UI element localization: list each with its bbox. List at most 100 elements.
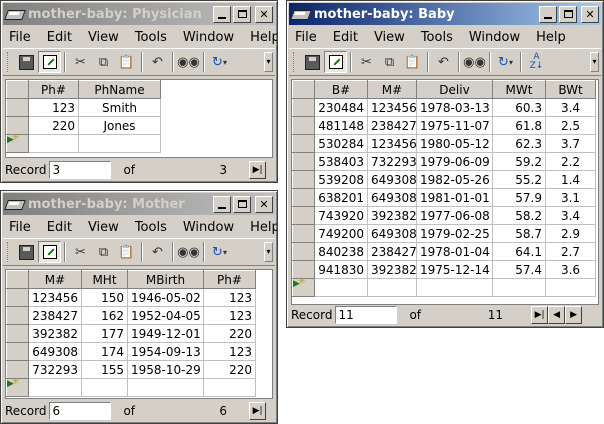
table-cell[interactable]: 1978-03-13 — [416, 98, 493, 117]
paste-button[interactable]: 📋 — [115, 241, 138, 263]
table-cell[interactable]: Jones — [78, 116, 161, 135]
menu-view[interactable]: View — [82, 30, 125, 45]
table-cell[interactable]: 123 — [203, 342, 256, 361]
baby-datasheet[interactable]: B# M# Deliv MWt BWt 230484 123456 1978-03-… — [291, 79, 599, 305]
column-header-bwt[interactable]: BWt — [545, 80, 596, 99]
menu-file[interactable]: File — [3, 220, 37, 235]
table-cell[interactable]: 3.6 — [545, 260, 596, 279]
table-cell[interactable]: 123 — [203, 306, 256, 325]
table-cell[interactable]: 55.2 — [492, 170, 546, 189]
table-row[interactable]: 749200 649308 1979-02-25 58.7 2.9 — [292, 224, 596, 243]
cut-button[interactable]: ✂ — [69, 51, 92, 73]
table-cell[interactable]: 392382 — [367, 260, 417, 279]
column-header-b[interactable]: B# — [314, 80, 368, 99]
table-cell[interactable]: 238427 — [28, 306, 82, 325]
table-cell[interactable]: 177 — [81, 324, 128, 343]
menu-window[interactable]: Window — [177, 30, 240, 45]
table-cell[interactable]: 123 — [203, 288, 256, 307]
table-cell[interactable]: 1979-02-25 — [416, 224, 493, 243]
table-cell[interactable] — [78, 134, 161, 153]
find-button[interactable]: ◉◉ — [177, 241, 200, 263]
table-cell[interactable]: 220 — [203, 324, 256, 343]
mother-datasheet[interactable]: M# MHt MBirth Ph# 123456 150 1946-05-02 … — [5, 269, 273, 399]
table-cell[interactable]: 732293 — [28, 360, 82, 379]
undo-button[interactable]: ↶ — [432, 51, 455, 73]
table-cell[interactable]: 1.4 — [545, 170, 596, 189]
menu-edit[interactable]: Edit — [327, 30, 364, 45]
table-cell[interactable] — [127, 378, 204, 397]
table-cell[interactable]: 1958-10-29 — [127, 360, 204, 379]
table-cell[interactable]: Smith — [78, 98, 161, 117]
table-cell[interactable]: 59.2 — [492, 152, 546, 171]
minimize-button[interactable] — [213, 5, 231, 23]
toolbar-options-button[interactable]: ▾ — [264, 52, 273, 72]
save-button[interactable] — [15, 241, 38, 263]
table-row[interactable]: 220 Jones — [6, 116, 161, 135]
record-number-field[interactable]: 11 — [335, 306, 398, 324]
table-cell[interactable]: 60.3 — [492, 98, 546, 117]
sort-ascending-button[interactable]: A Z↓ — [525, 51, 548, 73]
maximize-button[interactable] — [559, 5, 577, 23]
select-all-corner[interactable] — [6, 270, 29, 289]
column-header-mwt[interactable]: MWt — [492, 80, 546, 99]
save-button[interactable] — [301, 51, 324, 73]
menu-edit[interactable]: Edit — [41, 220, 78, 235]
last-record-button[interactable]: ▶| — [531, 306, 549, 324]
table-cell[interactable]: 58.7 — [492, 224, 546, 243]
menu-view[interactable]: View — [82, 220, 125, 235]
physician-window[interactable]: mother-baby: Physician ✕ File Edit View … — [0, 0, 278, 183]
table-cell[interactable]: 220 — [203, 360, 256, 379]
table-cell[interactable]: 230484 — [314, 98, 368, 117]
table-cell[interactable]: 1975-12-14 — [416, 260, 493, 279]
table-cell[interactable]: 2.9 — [545, 224, 596, 243]
table-cell[interactable]: 1946-05-02 — [127, 288, 204, 307]
table-row[interactable]: 649308 174 1954-09-13 123 — [6, 342, 256, 361]
table-cell[interactable]: 123 — [28, 98, 79, 117]
previous-record-button[interactable]: ◀ — [548, 306, 566, 324]
mother-window[interactable]: mother-baby: Mother ✕ File Edit View Too… — [0, 190, 278, 424]
row-selector[interactable] — [6, 133, 29, 153]
menu-window[interactable]: Window — [463, 30, 526, 45]
row-selector[interactable] — [292, 170, 315, 189]
undo-button[interactable]: ↶ — [146, 51, 169, 73]
table-cell[interactable]: 123456 — [367, 98, 417, 117]
row-selector[interactable] — [292, 188, 315, 207]
table-row[interactable]: 743920 392382 1977-06-08 58.2 3.4 — [292, 206, 596, 225]
table-cell[interactable]: 1980-05-12 — [416, 134, 493, 153]
mother-title-bar[interactable]: mother-baby: Mother ✕ — [3, 193, 275, 215]
close-button[interactable]: ✕ — [255, 5, 273, 23]
maximize-button[interactable] — [233, 5, 251, 23]
table-row[interactable]: 539208 649308 1982-05-26 55.2 1.4 — [292, 170, 596, 189]
menu-file[interactable]: File — [3, 30, 37, 45]
row-selector[interactable] — [292, 152, 315, 171]
column-header-mbirth[interactable]: MBirth — [127, 270, 204, 289]
row-selector[interactable] — [6, 377, 29, 397]
table-row[interactable]: 638201 649308 1981-01-01 57.9 3.1 — [292, 188, 596, 207]
table-cell[interactable]: 941830 — [314, 260, 368, 279]
table-cell[interactable]: 392382 — [367, 206, 417, 225]
table-cell[interactable]: 1977-06-08 — [416, 206, 493, 225]
row-selector[interactable] — [6, 288, 29, 307]
menu-file[interactable]: File — [289, 30, 323, 45]
table-cell[interactable]: 174 — [81, 342, 128, 361]
row-selector[interactable] — [6, 324, 29, 343]
table-cell[interactable]: 539208 — [314, 170, 368, 189]
table-cell[interactable]: 649308 — [367, 224, 417, 243]
column-header-ph[interactable]: Ph# — [28, 80, 79, 99]
table-cell[interactable]: 3.4 — [545, 98, 596, 117]
row-selector[interactable] — [292, 277, 315, 297]
table-cell[interactable] — [367, 278, 417, 297]
menu-help[interactable]: Help — [244, 30, 277, 45]
table-cell[interactable]: 749200 — [314, 224, 368, 243]
column-header-phname[interactable]: PhName — [78, 80, 161, 99]
menu-tools[interactable]: Tools — [415, 30, 459, 45]
table-cell[interactable]: 155 — [81, 360, 128, 379]
table-cell[interactable]: 1975-11-07 — [416, 116, 493, 135]
table-cell[interactable] — [81, 378, 128, 397]
paste-button[interactable]: 📋 — [115, 51, 138, 73]
table-cell[interactable]: 57.9 — [492, 188, 546, 207]
table-row[interactable]: 230484 123456 1978-03-13 60.3 3.4 — [292, 98, 596, 117]
row-selector[interactable] — [292, 116, 315, 135]
row-selector[interactable] — [292, 224, 315, 243]
table-cell[interactable] — [28, 378, 82, 397]
